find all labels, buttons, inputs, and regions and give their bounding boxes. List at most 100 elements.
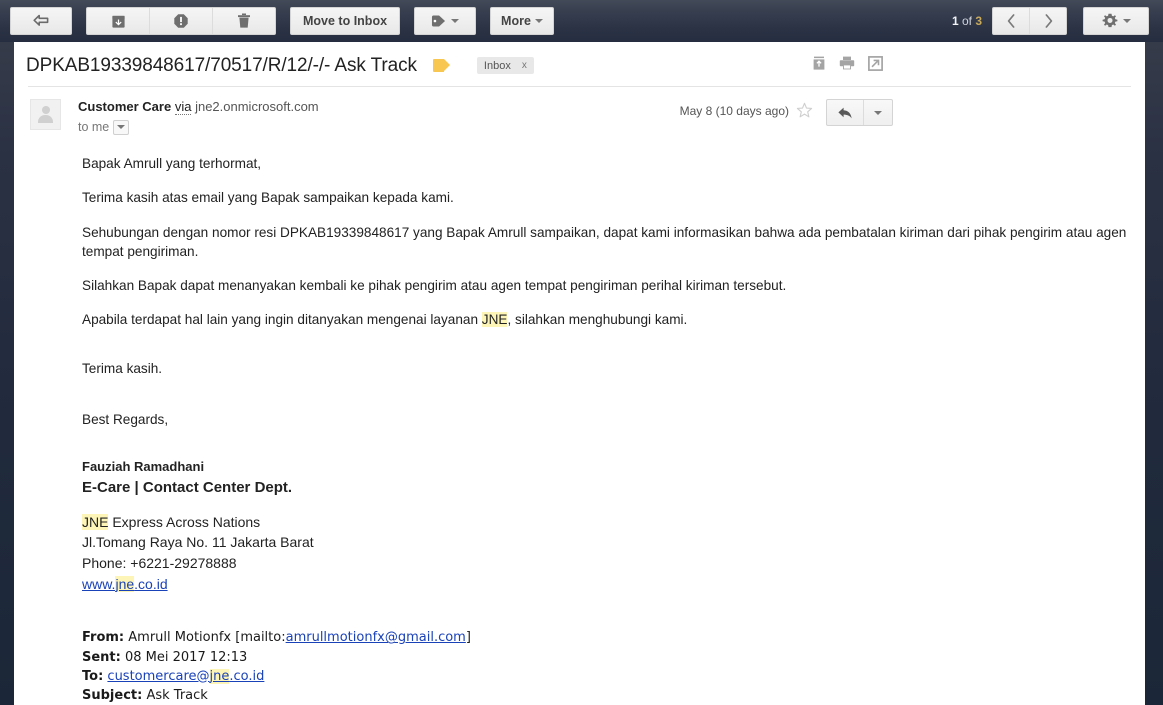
close-icon[interactable]: x — [522, 60, 527, 71]
labels-button[interactable] — [414, 7, 477, 35]
chevron-left-icon — [1007, 14, 1014, 28]
quoted-sent-label: Sent: — [82, 649, 121, 665]
body-thanks: Terima kasih. — [82, 360, 163, 376]
website-post: .co.id — [134, 575, 168, 592]
quoted-sent-line: Sent: 08 Mei 2017 12:13 — [82, 648, 1133, 667]
via-domain: jne2.onmicrosoft.com — [195, 99, 319, 114]
delete-button[interactable] — [213, 8, 275, 34]
sender-line: Customer Care via jne2.onmicrosoft.com — [78, 98, 319, 116]
archive-icon — [111, 15, 125, 28]
label-tag-icon[interactable] — [432, 59, 450, 72]
message-meta: May 8 (10 days ago) — [680, 97, 1133, 136]
quoted-subject-label: Subject: — [82, 687, 143, 703]
website-highlight: jne — [115, 575, 135, 592]
gear-icon — [1102, 13, 1117, 28]
move-to-inbox-label: Move to Inbox — [303, 14, 388, 28]
quoted-to-line: To: customercare@jne.co.id — [82, 667, 1133, 686]
settings-button[interactable] — [1083, 7, 1149, 35]
body-paragraph-4-pre: Apabila terdapat hal lain yang ingin dit… — [82, 312, 482, 328]
more-label: More — [501, 14, 531, 28]
chevron-down-icon — [534, 19, 543, 23]
chevron-down-icon — [451, 19, 460, 23]
body-paragraph-4-post: , silahkan menghubungi kami. — [507, 312, 688, 328]
subject-row: DPKAB19339848617/70517/R/12/-/- Ask Trac… — [14, 42, 1145, 76]
quoted-subject-line: Subject: Ask Track — [82, 686, 1133, 705]
quoted-to-label: To: — [82, 668, 104, 684]
pager-current: 1 — [951, 14, 959, 28]
body-regards: Best Regards, — [82, 412, 169, 428]
quoted-from-label: From: — [82, 630, 125, 646]
quoted-from-close: ] — [465, 630, 471, 646]
report-spam-button[interactable] — [150, 8, 213, 34]
recipient-line: to me — [78, 118, 319, 136]
next-message-button[interactable] — [1030, 8, 1066, 34]
via-label[interactable]: via — [174, 99, 192, 115]
recipient-label: to me — [78, 120, 110, 134]
trash-icon — [238, 13, 250, 28]
website-pre: www. — [82, 575, 116, 592]
body-highlight-jne: JNE — [481, 312, 508, 328]
quoted-from-line: From: Amrull Motionfx [mailto:amrullmoti… — [82, 628, 1133, 647]
inbox-label-chip[interactable]: Inbox x — [476, 57, 534, 74]
page-title: DPKAB19339848617/70517/R/12/-/- Ask Trac… — [26, 54, 417, 76]
signature-company-rest: Express Across Nations — [108, 513, 261, 530]
more-button[interactable]: More — [490, 7, 554, 35]
body-greeting: Bapak Amrull yang terhormat, — [82, 156, 262, 171]
open-in-new-window-icon[interactable] — [868, 55, 883, 76]
signature-name: Fauziah Ramadhani — [82, 459, 205, 475]
toolbar-right-group: 1 of 3 — [952, 7, 1153, 35]
pager-navigation — [992, 7, 1067, 35]
message-header: Customer Care via jne2.onmicrosoft.com t… — [14, 87, 1145, 136]
body-paragraph-1: Terima kasih atas email yang Bapak sampa… — [82, 190, 454, 206]
chevron-right-icon — [1045, 14, 1052, 28]
reply-button[interactable] — [827, 100, 864, 125]
signature-address: Jl.Tomang Raya No. 11 Jakarta Barat — [82, 534, 314, 551]
move-to-inbox-button[interactable]: Move to Inbox — [290, 7, 401, 35]
report-spam-icon — [174, 14, 188, 28]
star-outline-icon[interactable] — [796, 99, 813, 123]
email-window: Move to Inbox More 1 of 3 DPKAB193398486… — [0, 0, 1163, 705]
chevron-down-icon — [874, 110, 882, 115]
quoted-message: From: Amrull Motionfx [mailto:amrullmoti… — [82, 628, 1133, 705]
pager-of: of — [958, 14, 976, 28]
signature-phone: Phone: +6221-29278888 — [82, 555, 237, 572]
quoted-from-email[interactable]: amrullmotionfx@gmail.com — [286, 630, 466, 645]
quoted-sent-value: 08 Mei 2017 12:13 — [120, 649, 248, 665]
quoted-to-email-post: .co.id — [229, 668, 265, 684]
quoted-to-email[interactable]: customercare@jne.co.id — [107, 668, 265, 684]
email-toolbar: Move to Inbox More 1 of 3 — [0, 0, 1163, 42]
pager-total: 3 — [975, 14, 982, 28]
message-more-options-button[interactable] — [864, 100, 892, 125]
toolbar-left-group: Move to Inbox More — [10, 7, 554, 35]
signature-company: JNE Express Across Nations — [82, 512, 1133, 533]
quoted-to-email-highlight: jne — [209, 668, 230, 684]
body-paragraph-2: Sehubungan dengan nomor resi DPKAB193398… — [82, 224, 1127, 259]
signature-website-link[interactable]: www.jne.co.id — [82, 575, 168, 592]
archive-button[interactable] — [87, 8, 150, 34]
print-icon[interactable] — [839, 56, 855, 75]
sender-block: Customer Care via jne2.onmicrosoft.com t… — [78, 97, 319, 136]
chevron-down-icon — [117, 125, 126, 129]
reply-arrow-icon — [838, 107, 852, 118]
signature-company-highlight: JNE — [82, 513, 109, 530]
recipient-details-button[interactable] — [113, 119, 130, 135]
quoted-to-email-pre: customercare@ — [107, 668, 210, 684]
signature-department: E-Care | Contact Center Dept. — [82, 478, 293, 496]
back-to-inbox-button[interactable] — [10, 7, 72, 35]
avatar — [30, 99, 61, 130]
quoted-subject-value: Ask Track — [142, 687, 208, 703]
subject-actions — [812, 55, 1133, 76]
sender-name[interactable]: Customer Care — [78, 99, 171, 114]
inbox-chip-label: Inbox — [483, 59, 511, 72]
body-paragraph-3: Silahkan Bapak dapat menanyakan kembali … — [82, 278, 787, 294]
collapse-all-icon[interactable] — [812, 56, 826, 75]
previous-message-button[interactable] — [993, 8, 1030, 34]
message-date: May 8 (10 days ago) — [679, 104, 789, 118]
message-body: Bapak Amrull yang terhormat, Terima kasi… — [14, 136, 1145, 705]
signature-website[interactable]: www.jne.co.id — [82, 574, 1133, 595]
label-tag-icon — [431, 15, 446, 27]
signature-block: Fauziah Ramadhani E-Care | Contact Cente… — [82, 458, 1133, 594]
mail-content-pane: DPKAB19339848617/70517/R/12/-/- Ask Trac… — [14, 42, 1145, 705]
pager-count: 1 of 3 — [952, 14, 982, 28]
message-actions-group — [86, 7, 276, 35]
